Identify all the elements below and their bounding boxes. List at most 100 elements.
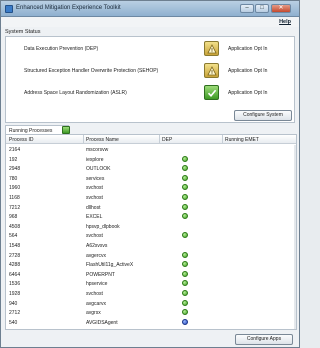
process-id-cell: 968 [9,214,18,221]
process-id-cell: 1168 [9,195,20,201]
dep-enabled-icon [182,270,188,277]
menu-bar: Help [1,17,299,27]
table-row[interactable]: 1536 hpservice [6,279,296,288]
process-name-cell: EXCEL [86,214,103,221]
table-row[interactable]: 2728 avgercvx [6,251,296,260]
dep-enabled-icon [182,184,188,191]
table-row[interactable]: 1548 A62svsvs [6,241,296,250]
column-header-running-emet[interactable]: Running EMET [225,137,259,143]
table-row[interactable]: 4288 FlashUtil11g_ActiveX [6,260,296,269]
emet-window: Enhanced Mitigation Experience Toolkit –… [0,0,300,348]
process-id-cell: 1548 [9,243,21,249]
process-name-cell: OUTLOOK [86,166,111,173]
column-divider[interactable] [83,135,84,144]
table-row[interactable]: 7212 dllhost [6,203,296,212]
table-row[interactable]: 1168 svchost [6,193,296,202]
process-id-cell: 540 [9,319,18,326]
column-header-dep[interactable]: DEP [162,137,172,143]
status-row-dep: Data Execution Prevention (DEP) Applicat… [6,39,294,60]
status-value: Application Opt In [228,46,268,52]
process-name-cell: AVGIDSAgent [86,319,118,326]
warning-icon [204,63,219,78]
process-grid: Process ID Process Name DEP Running EMET… [5,134,297,330]
title-bar[interactable]: Enhanced Mitigation Experience Toolkit –… [1,1,299,17]
table-row[interactable]: 1960 svchost [6,183,296,192]
dep-enabled-icon [182,261,188,268]
process-id-cell: 1960 [9,185,21,192]
table-row[interactable]: 564 svchost [6,231,296,240]
close-button[interactable]: ✕ [271,4,291,13]
window-title: Enhanced Mitigation Experience Toolkit [16,5,121,11]
table-row[interactable]: 192 iexplore [6,155,296,164]
process-id-cell: 192 [9,156,18,163]
process-id-cell: 2164 [9,147,21,153]
dep-enabled-icon [182,194,188,200]
column-header-name[interactable]: Process Name [86,137,119,143]
process-name-cell: svchost [86,195,103,201]
process-id-cell: 1928 [9,291,21,297]
table-row[interactable]: 1928 svchost [6,289,296,298]
status-label: Structured Exception Handler Overwrite P… [24,68,159,74]
table-row[interactable]: 2948 OUTLOOK [6,164,296,173]
dep-enabled-icon [182,174,188,181]
process-id-cell: 780 [9,175,18,182]
process-grid-header: Process ID Process Name DEP Running EMET [6,135,296,144]
minimize-button[interactable]: – [240,4,254,13]
emet-app-icon [5,5,13,13]
process-name-cell: avgrsx [86,310,101,317]
process-name-cell: FlashUtil11g_ActiveX [86,262,134,269]
status-value: Application Opt In [228,90,268,96]
process-name-cell: services [86,175,105,182]
dep-enabled-icon [182,280,188,287]
table-row[interactable]: 540 AVGIDSAgent [6,318,296,327]
dep-enabled-icon [182,203,188,210]
process-name-cell: iexplore [86,156,104,163]
dep-info-icon [182,318,188,325]
process-id-cell: 4508 [9,223,21,230]
process-id-cell: 2948 [9,166,21,173]
process-name-cell: hpsvp_dlpbook [86,223,120,230]
table-row[interactable]: 6464 POWERPNT [6,270,296,279]
process-name-cell: svchost [86,233,103,240]
system-status-heading: System Status [5,29,41,35]
status-value: Application Opt In [228,68,268,74]
table-row[interactable]: 2712 avgrsx [6,308,296,317]
process-id-cell: 4288 [9,262,21,269]
table-row[interactable]: 4508 hpsvp_dlpbook [6,222,296,231]
status-row-sehop: Structured Exception Handler Overwrite P… [6,61,294,82]
status-row-aslr: Address Space Layout Randomization (ASLR… [6,83,294,104]
table-row[interactable]: 940 avgcarvx [6,299,296,308]
process-name-cell: A62svsvs [86,243,108,249]
table-row[interactable]: 968 EXCEL [6,212,296,221]
dep-enabled-icon [182,290,188,296]
dep-enabled-icon [182,213,188,220]
check-icon [204,85,219,100]
process-id-cell: 1536 [9,281,21,288]
system-status-panel: Data Execution Prevention (DEP) Applicat… [5,36,295,123]
dep-enabled-icon [182,251,188,258]
process-name-cell: svchost [86,291,103,297]
table-row[interactable]: 780 services [6,174,296,183]
configure-apps-button[interactable]: Configure Apps [235,334,293,345]
vertical-scrollbar[interactable] [294,145,296,329]
column-divider[interactable] [159,135,160,144]
configure-system-button[interactable]: Configure System [234,110,292,121]
dep-enabled-icon [182,165,188,172]
column-header-pid[interactable]: Process ID [9,137,33,143]
process-name-cell: avgcarvx [86,300,107,307]
process-name-cell: svchost [86,185,103,192]
dep-enabled-icon [182,309,188,316]
process-id-cell: 6464 [9,271,21,278]
warning-icon [204,41,219,56]
process-id-cell: 2728 [9,252,21,259]
status-label: Data Execution Prevention (DEP) [24,46,99,52]
table-row[interactable]: 2164 mscorsvw [6,145,296,154]
process-name-cell: hpservice [86,281,108,288]
process-name-cell: POWERPNT [86,271,115,278]
column-divider[interactable] [222,135,223,144]
dep-enabled-icon [182,299,188,306]
maximize-button[interactable]: □ [255,4,269,13]
help-menu[interactable]: Help [279,19,291,25]
refresh-icon[interactable] [62,126,70,134]
dep-enabled-icon [182,155,188,162]
